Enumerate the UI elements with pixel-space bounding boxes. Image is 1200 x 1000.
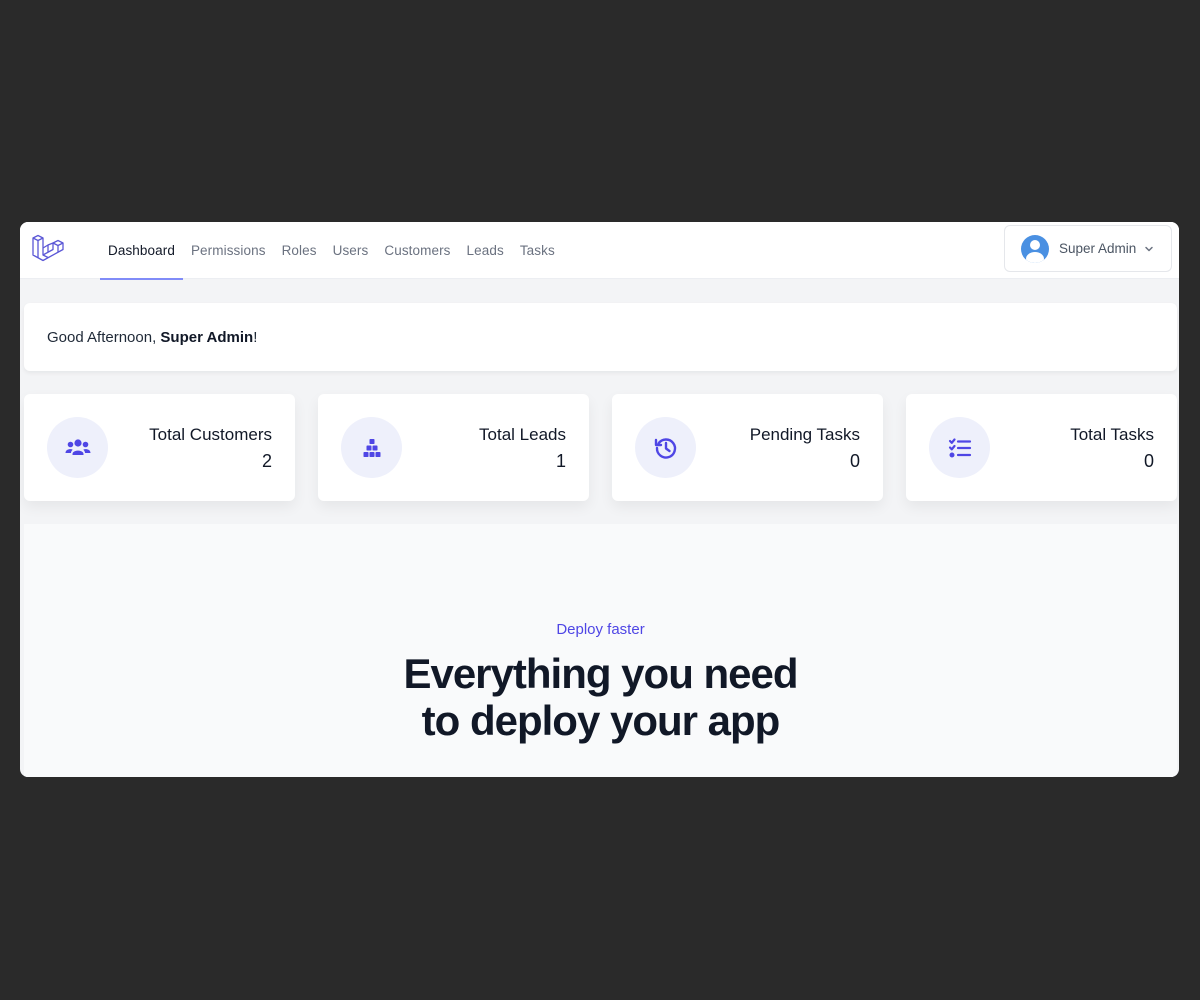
- stat-card-total-customers: Total Customers 2: [24, 394, 295, 501]
- stat-card-total-leads: Total Leads 1: [318, 394, 589, 501]
- hero-section: Deploy faster Everything you need to dep…: [24, 524, 1177, 777]
- stat-value: 1: [555, 451, 566, 471]
- hero-eyebrow: Deploy faster: [556, 621, 645, 638]
- stat-value: 0: [849, 451, 860, 471]
- stat-label: Total Tasks: [1070, 425, 1154, 444]
- chevron-down-icon: [1145, 246, 1154, 251]
- stat-card-total-tasks: Total Tasks 0: [906, 394, 1177, 501]
- laravel-logo-icon[interactable]: [30, 233, 64, 267]
- nav-link-customers[interactable]: Customers: [376, 222, 458, 279]
- greeting-name: Super Admin: [160, 328, 254, 346]
- nav-link-dashboard[interactable]: Dashboard: [100, 222, 183, 280]
- nav-link-tasks[interactable]: Tasks: [512, 222, 563, 279]
- user-name: Super Admin: [1059, 241, 1137, 256]
- users-icon: [47, 417, 108, 478]
- nav-links: Dashboard Permissions Roles Users Custom…: [100, 222, 563, 280]
- stat-label: Total Customers: [149, 425, 272, 444]
- hero-headline: Everything you need to deploy your app: [24, 650, 1177, 744]
- nav-link-leads[interactable]: Leads: [459, 222, 512, 279]
- greeting-suffix: !: [253, 328, 258, 346]
- history-icon: [635, 417, 696, 478]
- stat-card-pending-tasks: Pending Tasks 0: [612, 394, 883, 501]
- stat-value: 0: [1143, 451, 1154, 471]
- stat-label: Total Leads: [479, 425, 566, 444]
- user-avatar-icon: [1021, 234, 1049, 263]
- list-check-icon: [929, 417, 990, 478]
- app-window: Dashboard Permissions Roles Users Custom…: [20, 222, 1179, 777]
- nav-link-permissions[interactable]: Permissions: [183, 222, 274, 279]
- cubes-icon: [341, 417, 402, 478]
- nav-link-roles[interactable]: Roles: [274, 222, 325, 279]
- top-navbar: Dashboard Permissions Roles Users Custom…: [20, 222, 1179, 280]
- stat-label: Pending Tasks: [749, 425, 860, 444]
- user-menu-button[interactable]: Super Admin: [1004, 225, 1172, 272]
- hero-headline-line1: Everything you need: [403, 650, 798, 697]
- greeting-prefix: Good Afternoon,: [47, 328, 157, 346]
- stat-value: 2: [261, 451, 272, 471]
- nav-link-users[interactable]: Users: [325, 222, 377, 279]
- hero-headline-line2: to deploy your app: [421, 697, 781, 744]
- greeting-banner: Good Afternoon, Super Admin!: [24, 303, 1177, 371]
